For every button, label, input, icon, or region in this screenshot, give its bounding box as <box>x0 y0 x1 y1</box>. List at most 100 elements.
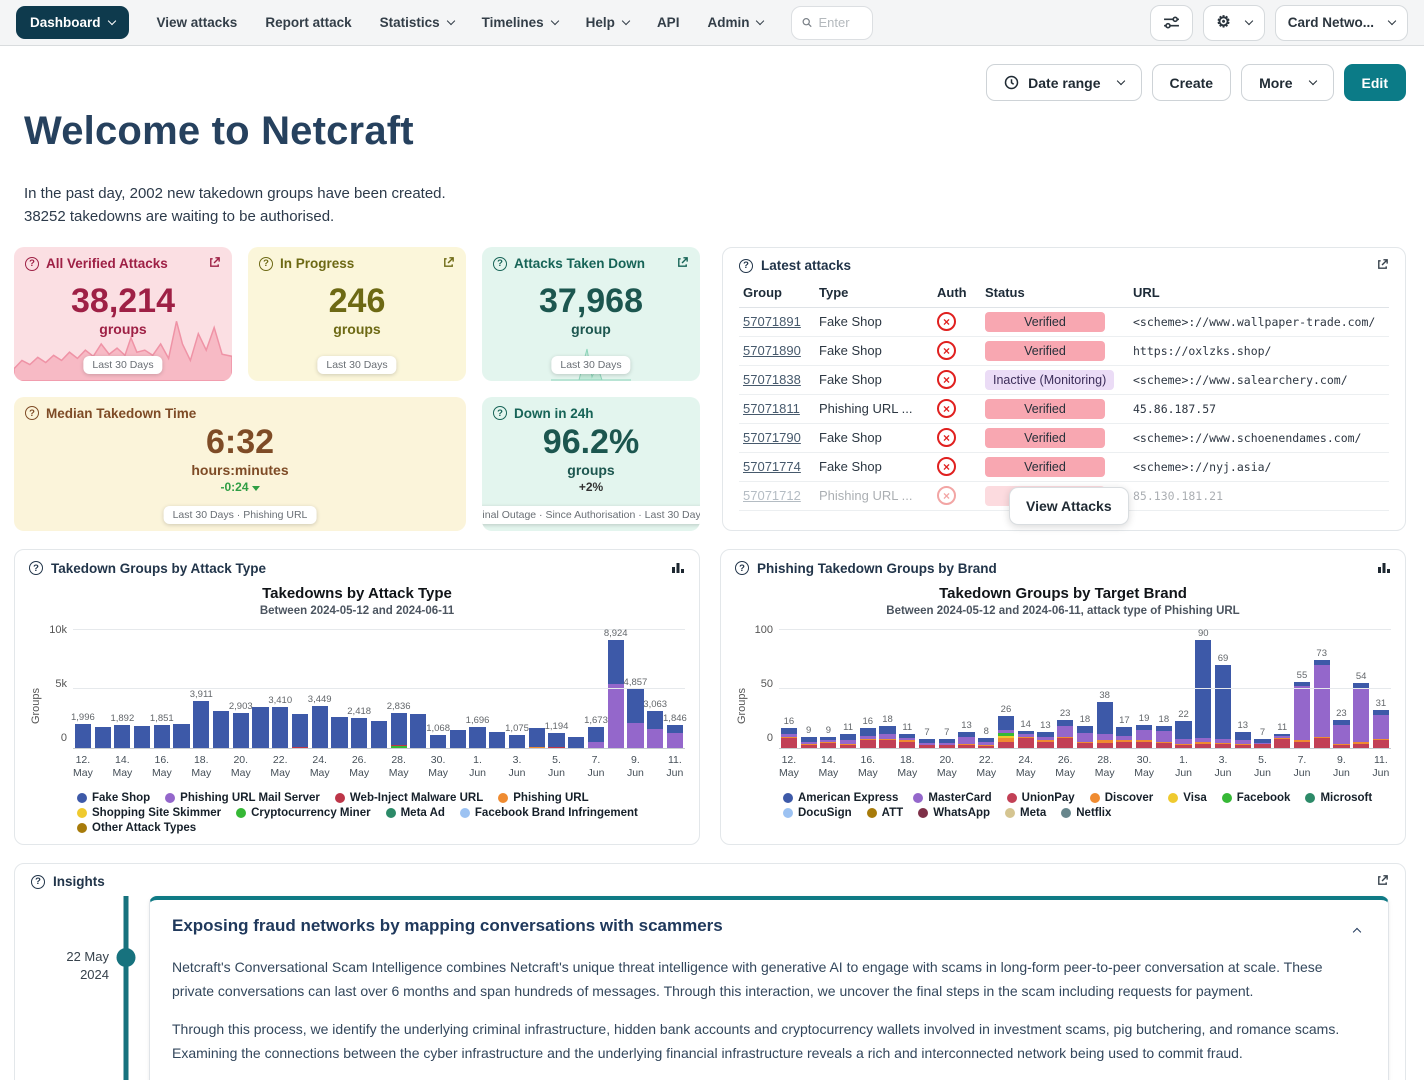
help-icon[interactable]: ? <box>259 257 273 271</box>
more-label: More <box>1259 75 1292 91</box>
x-tick-label: 9. Jun <box>626 754 646 784</box>
nav-item-admin[interactable]: Admin <box>707 15 763 30</box>
nav-item-statistics[interactable]: Statistics <box>380 15 454 30</box>
nav-item-api[interactable]: API <box>657 15 680 30</box>
triangle-down-icon <box>252 486 260 491</box>
group-link[interactable]: 57071890 <box>743 343 801 358</box>
external-link-icon[interactable] <box>442 256 455 272</box>
column-header-url: URL <box>1129 278 1389 308</box>
top-navigation: Dashboard View attacks Report attack Sta… <box>0 0 1424 46</box>
group-link[interactable]: 57071891 <box>743 314 801 329</box>
x-tick-label: 12. May <box>73 754 93 784</box>
auth-denied-icon[interactable]: × <box>937 312 956 331</box>
legend-dot <box>1061 808 1071 818</box>
legend-item: Visa <box>1168 792 1206 804</box>
latest-attacks-panel: ? Latest attacks Group Type Auth Status … <box>722 247 1406 531</box>
header-actions: Date range Create More Edit <box>14 56 1406 103</box>
bar-value-label: 18 <box>1159 714 1170 725</box>
nav-item-report-attack[interactable]: Report attack <box>265 15 351 30</box>
help-icon[interactable]: ? <box>25 257 39 271</box>
attack-type-cell: Fake Shop <box>815 307 933 336</box>
bar-chart-icon[interactable] <box>671 560 685 577</box>
bar-value-label: 73 <box>1316 648 1327 659</box>
legend-dot <box>236 808 246 818</box>
bar-value-label: 19 <box>1139 713 1150 724</box>
x-tick-label: 1. Jun <box>468 754 488 784</box>
help-icon[interactable]: ? <box>735 561 749 575</box>
auth-denied-icon[interactable]: × <box>937 457 956 476</box>
view-attacks-button[interactable]: View Attacks <box>1009 487 1129 525</box>
date-range-button[interactable]: Date range <box>986 64 1141 101</box>
bar-value-label: 1,892 <box>110 713 134 724</box>
legend-dot <box>77 808 87 818</box>
nav-item-dashboard[interactable]: Dashboard <box>16 6 129 39</box>
auth-denied-icon[interactable]: × <box>937 399 956 418</box>
legend-item: Netflix <box>1061 807 1111 819</box>
card-unit: groups <box>493 462 689 478</box>
bar-value-label: 11 <box>1277 722 1287 733</box>
chevron-down-icon <box>1116 77 1124 85</box>
more-button[interactable]: More <box>1241 64 1333 101</box>
insight-article: Exposing fraud networks by mapping conve… <box>149 896 1389 1080</box>
help-icon[interactable]: ? <box>31 875 45 889</box>
table-row: 57071838Fake Shop×Inactive (Monitoring)<… <box>739 365 1389 394</box>
bar-value-label: 3,449 <box>308 694 332 705</box>
y-axis-ticks: 10k 5k 0 <box>43 629 73 749</box>
x-tick-label <box>606 754 626 784</box>
nav-item-help[interactable]: Help <box>586 15 629 30</box>
card-network-dropdown[interactable]: Card Netwo... <box>1275 5 1408 41</box>
edit-button[interactable]: Edit <box>1344 64 1406 101</box>
x-tick-label: 18. May <box>897 754 917 784</box>
filters-button[interactable] <box>1150 5 1193 41</box>
x-tick-label <box>799 754 819 784</box>
x-tick-label <box>1312 754 1332 784</box>
search-box[interactable] <box>791 6 873 40</box>
group-link[interactable]: 57071774 <box>743 459 801 474</box>
group-link[interactable]: 57071811 <box>743 401 800 416</box>
chevron-down-icon <box>446 17 454 25</box>
auth-denied-icon[interactable]: × <box>937 370 956 389</box>
group-link[interactable]: 57071790 <box>743 430 801 445</box>
create-button[interactable]: Create <box>1152 64 1232 101</box>
legend-dot <box>1007 793 1017 803</box>
auth-denied-icon[interactable]: × <box>937 428 956 447</box>
legend-item: WhatsApp <box>918 807 990 819</box>
timeline-line <box>124 896 129 1080</box>
attack-url: 45.86.187.57 <box>1133 402 1216 416</box>
search-input[interactable] <box>818 15 862 30</box>
intro-line-2: 38252 takedowns are waiting to be author… <box>24 205 1406 228</box>
attack-type-chart-panel: ? Takedown Groups by Attack Type Takedow… <box>14 549 700 845</box>
delta-value: -0:24 <box>220 480 248 494</box>
bar-value-label: 1,075 <box>505 723 529 734</box>
card-title: In Progress <box>280 256 354 271</box>
legend-item: Meta <box>1005 807 1046 819</box>
charts-section: ? Takedown Groups by Attack Type Takedow… <box>14 549 1406 845</box>
card-value: 38,214 <box>25 282 221 321</box>
x-tick-label <box>838 754 858 784</box>
group-link[interactable]: 57071712 <box>743 488 801 503</box>
external-link-icon[interactable] <box>1376 258 1389 274</box>
help-icon[interactable]: ? <box>25 406 39 420</box>
help-icon[interactable]: ? <box>739 259 753 273</box>
bar-value-label: 13 <box>961 720 972 731</box>
legend-item: American Express <box>783 792 898 804</box>
collapse-button[interactable] <box>1340 916 1366 942</box>
legend-item: MasterCard <box>913 792 991 804</box>
help-icon[interactable]: ? <box>493 257 507 271</box>
card-in-progress: ? In Progress 246 groups Last 30 Days <box>248 247 466 381</box>
bar-chart-icon[interactable] <box>1377 560 1391 577</box>
status-badge: Verified <box>985 341 1105 361</box>
bar-value-label: 9 <box>826 725 831 736</box>
help-icon[interactable]: ? <box>493 406 507 420</box>
nav-item-timelines[interactable]: Timelines <box>482 15 558 30</box>
attack-url: <scheme>://www.schoenendames.com/ <box>1133 431 1361 445</box>
group-link[interactable]: 57071838 <box>743 372 801 387</box>
settings-button[interactable]: ⚙ <box>1203 5 1264 41</box>
auth-denied-icon[interactable]: × <box>937 341 956 360</box>
auth-denied-icon[interactable]: × <box>937 486 956 505</box>
nav-item-view-attacks[interactable]: View attacks <box>157 15 238 30</box>
external-link-icon[interactable] <box>208 256 221 272</box>
help-icon[interactable]: ? <box>29 561 43 575</box>
external-link-icon[interactable] <box>1376 874 1389 890</box>
external-link-icon[interactable] <box>676 256 689 272</box>
